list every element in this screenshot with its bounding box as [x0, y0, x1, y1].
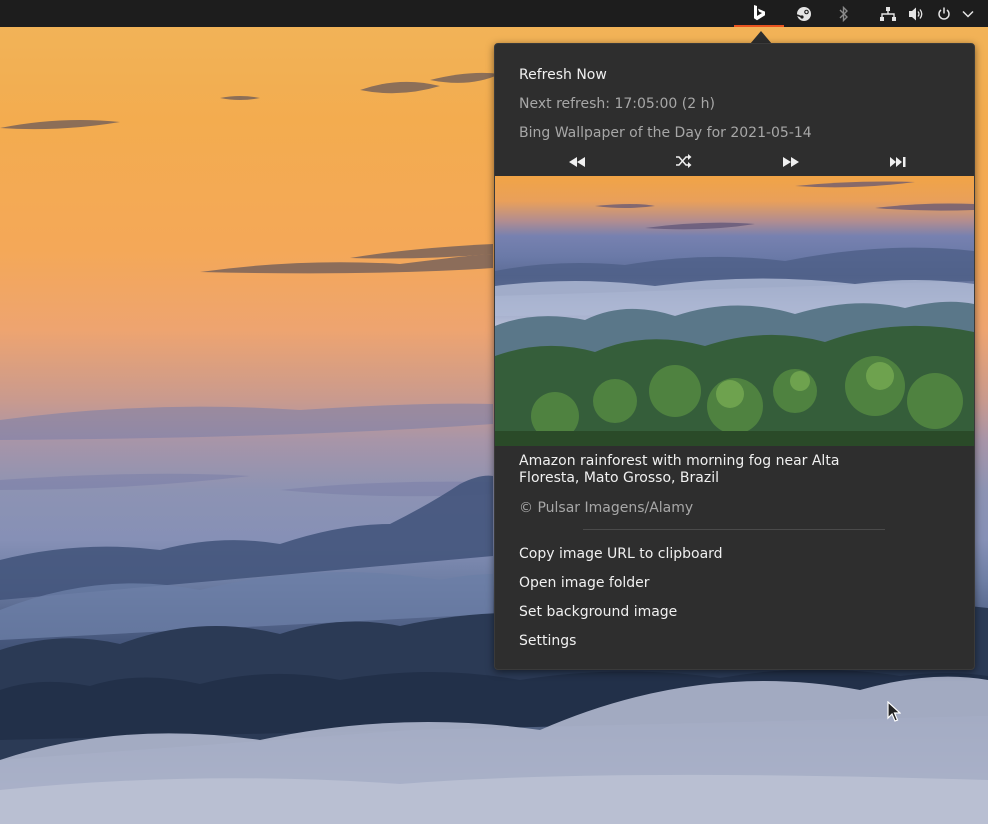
bluetooth-icon: [839, 5, 849, 22]
last-button[interactable]: [886, 154, 910, 172]
menu-separator: [583, 529, 885, 530]
copy-url-item[interactable]: Copy image URL to clipboard: [519, 545, 723, 563]
wallpaper-controls: [495, 152, 974, 174]
previous-icon: [569, 155, 585, 171]
bing-wallpaper-menu: Refresh Now Next refresh: 17:05:00 (2 h)…: [494, 43, 975, 670]
network-icon: [880, 6, 896, 21]
network-indicator[interactable]: [878, 0, 898, 27]
last-icon: [890, 155, 906, 171]
wallpaper-thumbnail[interactable]: [495, 176, 974, 446]
wallpaper-caption: Amazon rainforest with morning fog near …: [519, 453, 840, 486]
power-icon: [937, 7, 951, 21]
bing-icon: [752, 4, 766, 22]
random-button[interactable]: [672, 154, 696, 172]
next-refresh-label: Next refresh: 17:05:00 (2 h): [519, 96, 715, 112]
next-icon: [783, 155, 799, 171]
system-menu-button[interactable]: [958, 0, 978, 27]
volume-indicator[interactable]: [907, 0, 927, 27]
refresh-now-item[interactable]: Refresh Now: [519, 66, 607, 84]
thumbnail-scenery: [495, 181, 974, 446]
bluetooth-indicator[interactable]: [834, 0, 854, 27]
power-indicator[interactable]: [934, 0, 954, 27]
next-button[interactable]: [779, 154, 803, 172]
bing-wallpaper-indicator[interactable]: [734, 0, 784, 27]
volume-icon: [909, 7, 925, 21]
mouse-cursor-icon: [887, 700, 902, 727]
wallpaper-copyright: © Pulsar Imagens/Alamy: [519, 500, 694, 516]
top-panel: [0, 0, 988, 27]
random-icon: [676, 154, 692, 172]
wallpaper-date-title: Bing Wallpaper of the Day for 2021-05-14: [519, 125, 812, 141]
open-folder-item[interactable]: Open image folder: [519, 574, 650, 592]
steam-indicator[interactable]: [793, 0, 815, 27]
set-background-item[interactable]: Set background image: [519, 603, 677, 621]
chevron-down-icon: [962, 10, 974, 18]
previous-button[interactable]: [565, 154, 589, 172]
settings-item[interactable]: Settings: [519, 632, 576, 650]
steam-icon: [796, 6, 812, 22]
